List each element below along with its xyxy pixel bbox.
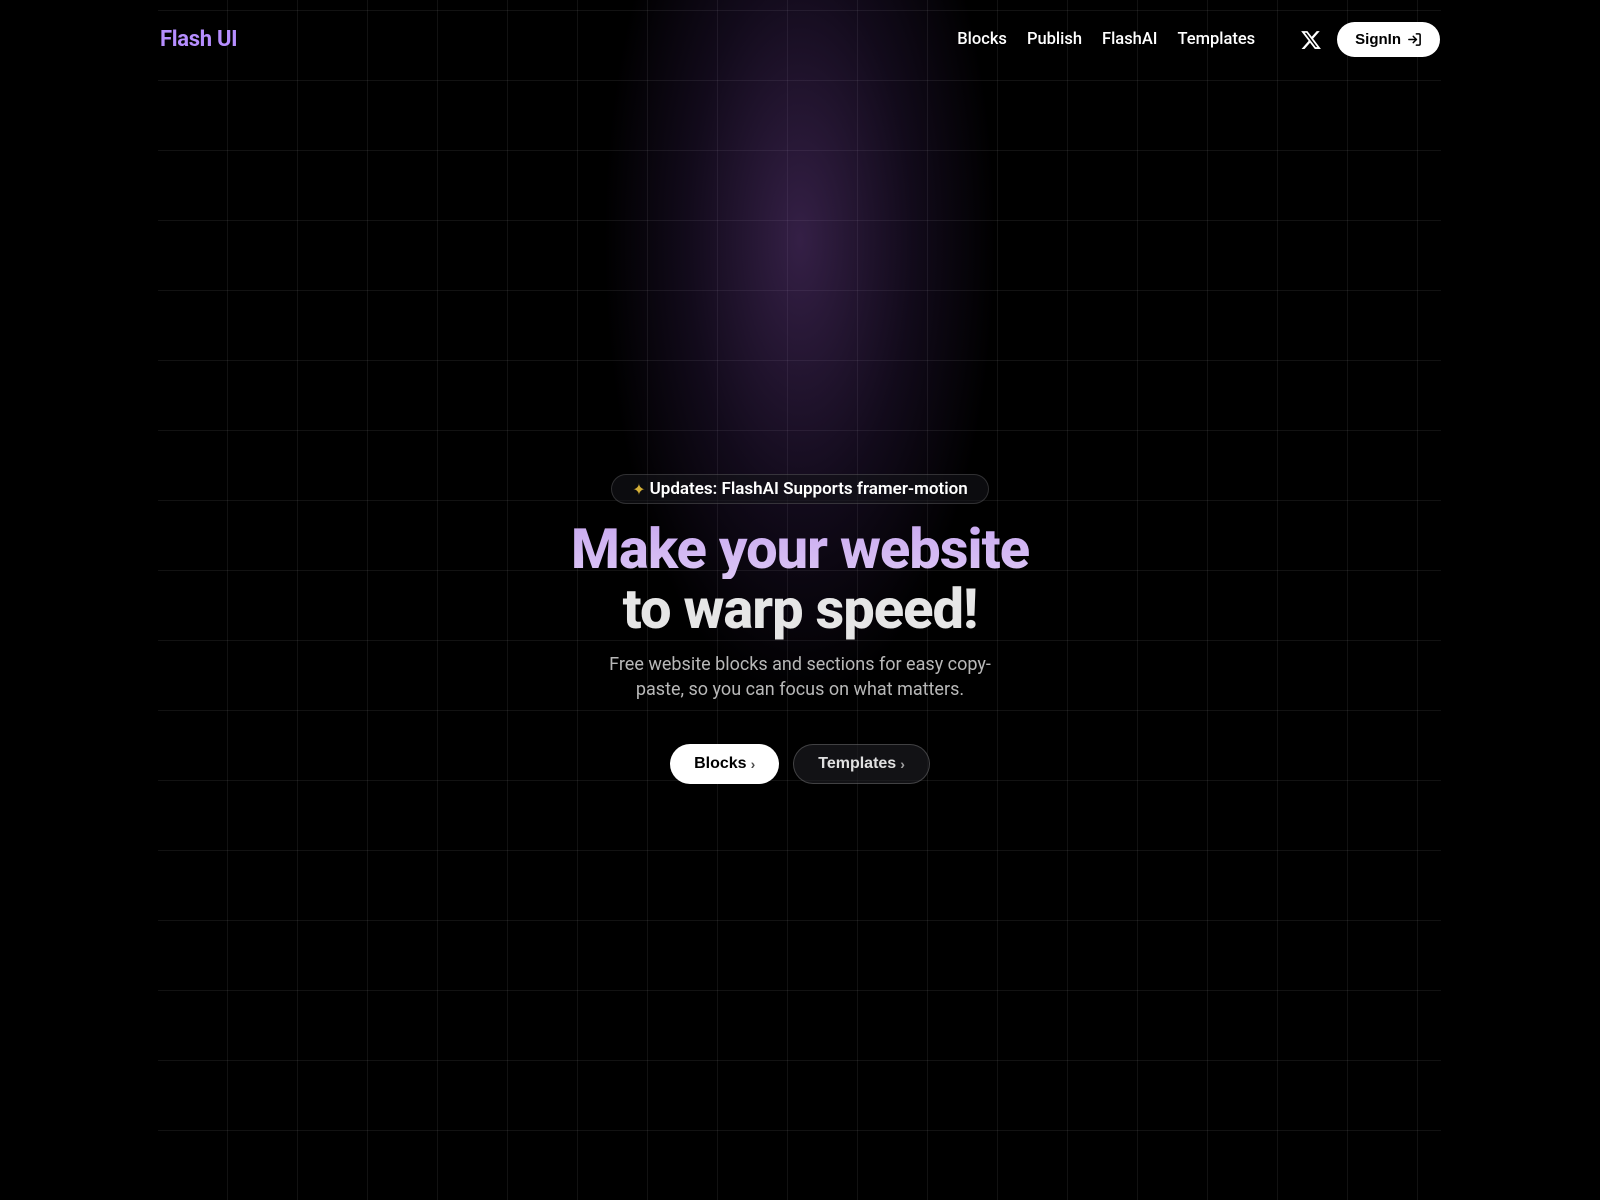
title-line-2: to warp speed! (571, 579, 1029, 639)
hero-title: Make your website to warp speed! (571, 519, 1029, 640)
hero-subtitle: Free website blocks and sections for eas… (600, 652, 1000, 702)
header: Flash UI Blocks Publish FlashAI Template… (0, 0, 1600, 79)
sparkle-icon: ✦ (632, 480, 645, 499)
nav-publish[interactable]: Publish (1027, 30, 1082, 49)
hero-section: ✦ Updates: FlashAI Supports framer-motio… (0, 474, 1600, 784)
logo[interactable]: Flash UI (160, 27, 237, 52)
x-twitter-icon[interactable] (1300, 29, 1322, 51)
title-line-1: Make your website (571, 519, 1029, 579)
header-actions: SignIn (1300, 22, 1440, 57)
chevron-right-icon: › (751, 756, 756, 772)
nav-flashai[interactable]: FlashAI (1102, 30, 1157, 49)
update-text: Updates: FlashAI Supports framer-motion (650, 479, 968, 499)
blocks-button-label: Blocks (694, 755, 746, 773)
hero-buttons: Blocks › Templates › (670, 744, 930, 784)
signin-button[interactable]: SignIn (1337, 22, 1440, 57)
nav-templates[interactable]: Templates (1177, 30, 1255, 49)
nav-links: Blocks Publish FlashAI Templates (957, 30, 1255, 49)
templates-button[interactable]: Templates › (793, 744, 930, 784)
chevron-right-icon: › (900, 756, 905, 772)
templates-button-label: Templates (818, 755, 896, 773)
update-badge[interactable]: ✦ Updates: FlashAI Supports framer-motio… (611, 474, 989, 504)
nav-blocks[interactable]: Blocks (957, 30, 1007, 49)
blocks-button[interactable]: Blocks › (670, 744, 779, 784)
signin-label: SignIn (1355, 31, 1401, 48)
nav-right: Blocks Publish FlashAI Templates SignIn (957, 22, 1440, 57)
login-icon (1407, 32, 1422, 47)
